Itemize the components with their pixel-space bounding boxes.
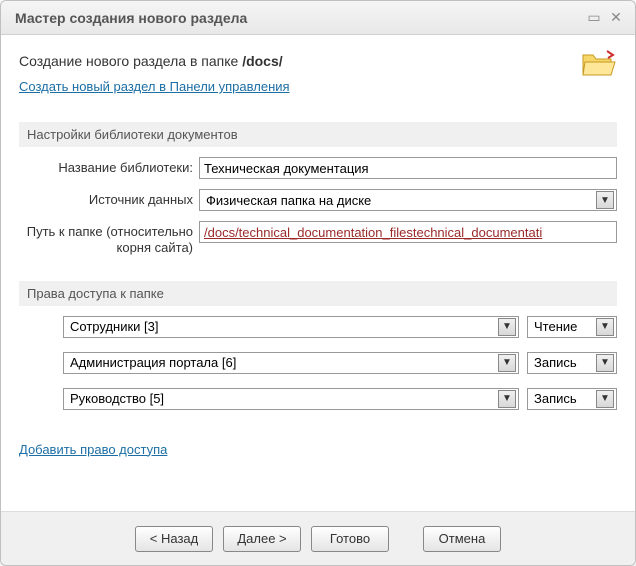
row-data-source: Источник данных Физическая папка на диск… <box>19 189 617 211</box>
row-library-name: Название библиотеки: <box>19 157 617 179</box>
wizard-dialog: Мастер создания нового раздела ▭ ✕ Созда… <box>0 0 636 566</box>
select-access-perm-0-value: Чтение <box>534 319 596 334</box>
chevron-down-icon: ▼ <box>498 390 516 408</box>
cancel-button[interactable]: Отмена <box>423 526 501 552</box>
input-library-name[interactable] <box>199 157 617 179</box>
finish-button[interactable]: Готово <box>311 526 389 552</box>
select-data-source-value: Физическая папка на диске <box>206 193 596 208</box>
select-access-group-2[interactable]: Руководство [5] ▼ <box>63 388 519 410</box>
access-row: Руководство [5] ▼ Запись ▼ <box>63 388 617 410</box>
row-folder-path: Путь к папке (относительно корня сайта) <box>19 221 617 257</box>
minimize-button[interactable]: ▭ <box>585 9 603 27</box>
heading-path: /docs/ <box>242 53 282 69</box>
chevron-down-icon: ▼ <box>596 354 614 372</box>
chevron-down-icon: ▼ <box>596 390 614 408</box>
section-access-rights: Права доступа к папке <box>19 281 617 306</box>
heading-prefix: Создание нового раздела в папке <box>19 53 242 69</box>
folder-icon <box>581 49 617 82</box>
select-access-group-2-value: Руководство [5] <box>70 391 498 406</box>
label-data-source: Источник данных <box>19 189 199 208</box>
access-row: Сотрудники [3] ▼ Чтение ▼ <box>63 316 617 338</box>
section-library-settings: Настройки библиотеки документов <box>19 122 617 147</box>
close-button[interactable]: ✕ <box>607 9 625 27</box>
back-button[interactable]: < Назад <box>135 526 213 552</box>
select-access-perm-2-value: Запись <box>534 391 596 406</box>
select-access-perm-1[interactable]: Запись ▼ <box>527 352 617 374</box>
add-access-link[interactable]: Добавить право доступа <box>19 442 167 457</box>
dialog-title: Мастер создания нового раздела <box>15 10 581 26</box>
chevron-down-icon: ▼ <box>596 191 614 209</box>
select-access-perm-0[interactable]: Чтение ▼ <box>527 316 617 338</box>
chevron-down-icon: ▼ <box>596 318 614 336</box>
next-button[interactable]: Далее > <box>223 526 301 552</box>
select-access-group-1[interactable]: Администрация портала [6] ▼ <box>63 352 519 374</box>
select-access-group-0[interactable]: Сотрудники [3] ▼ <box>63 316 519 338</box>
titlebar: Мастер создания нового раздела ▭ ✕ <box>1 1 635 35</box>
select-access-perm-2[interactable]: Запись ▼ <box>527 388 617 410</box>
heading: Создание нового раздела в папке /docs/ <box>19 53 617 69</box>
select-access-group-1-value: Администрация портала [6] <box>70 355 498 370</box>
dialog-content: Создание нового раздела в папке /docs/ С… <box>1 35 635 511</box>
label-library-name: Название библиотеки: <box>19 157 199 176</box>
select-access-group-0-value: Сотрудники [3] <box>70 319 498 334</box>
control-panel-link[interactable]: Создать новый раздел в Панели управления <box>19 79 290 94</box>
dialog-footer: < Назад Далее > Готово Отмена <box>1 511 635 565</box>
access-row: Администрация портала [6] ▼ Запись ▼ <box>63 352 617 374</box>
chevron-down-icon: ▼ <box>498 318 516 336</box>
select-data-source[interactable]: Физическая папка на диске ▼ <box>199 189 617 211</box>
input-folder-path[interactable] <box>199 221 617 243</box>
select-access-perm-1-value: Запись <box>534 355 596 370</box>
label-folder-path: Путь к папке (относительно корня сайта) <box>19 221 199 257</box>
chevron-down-icon: ▼ <box>498 354 516 372</box>
